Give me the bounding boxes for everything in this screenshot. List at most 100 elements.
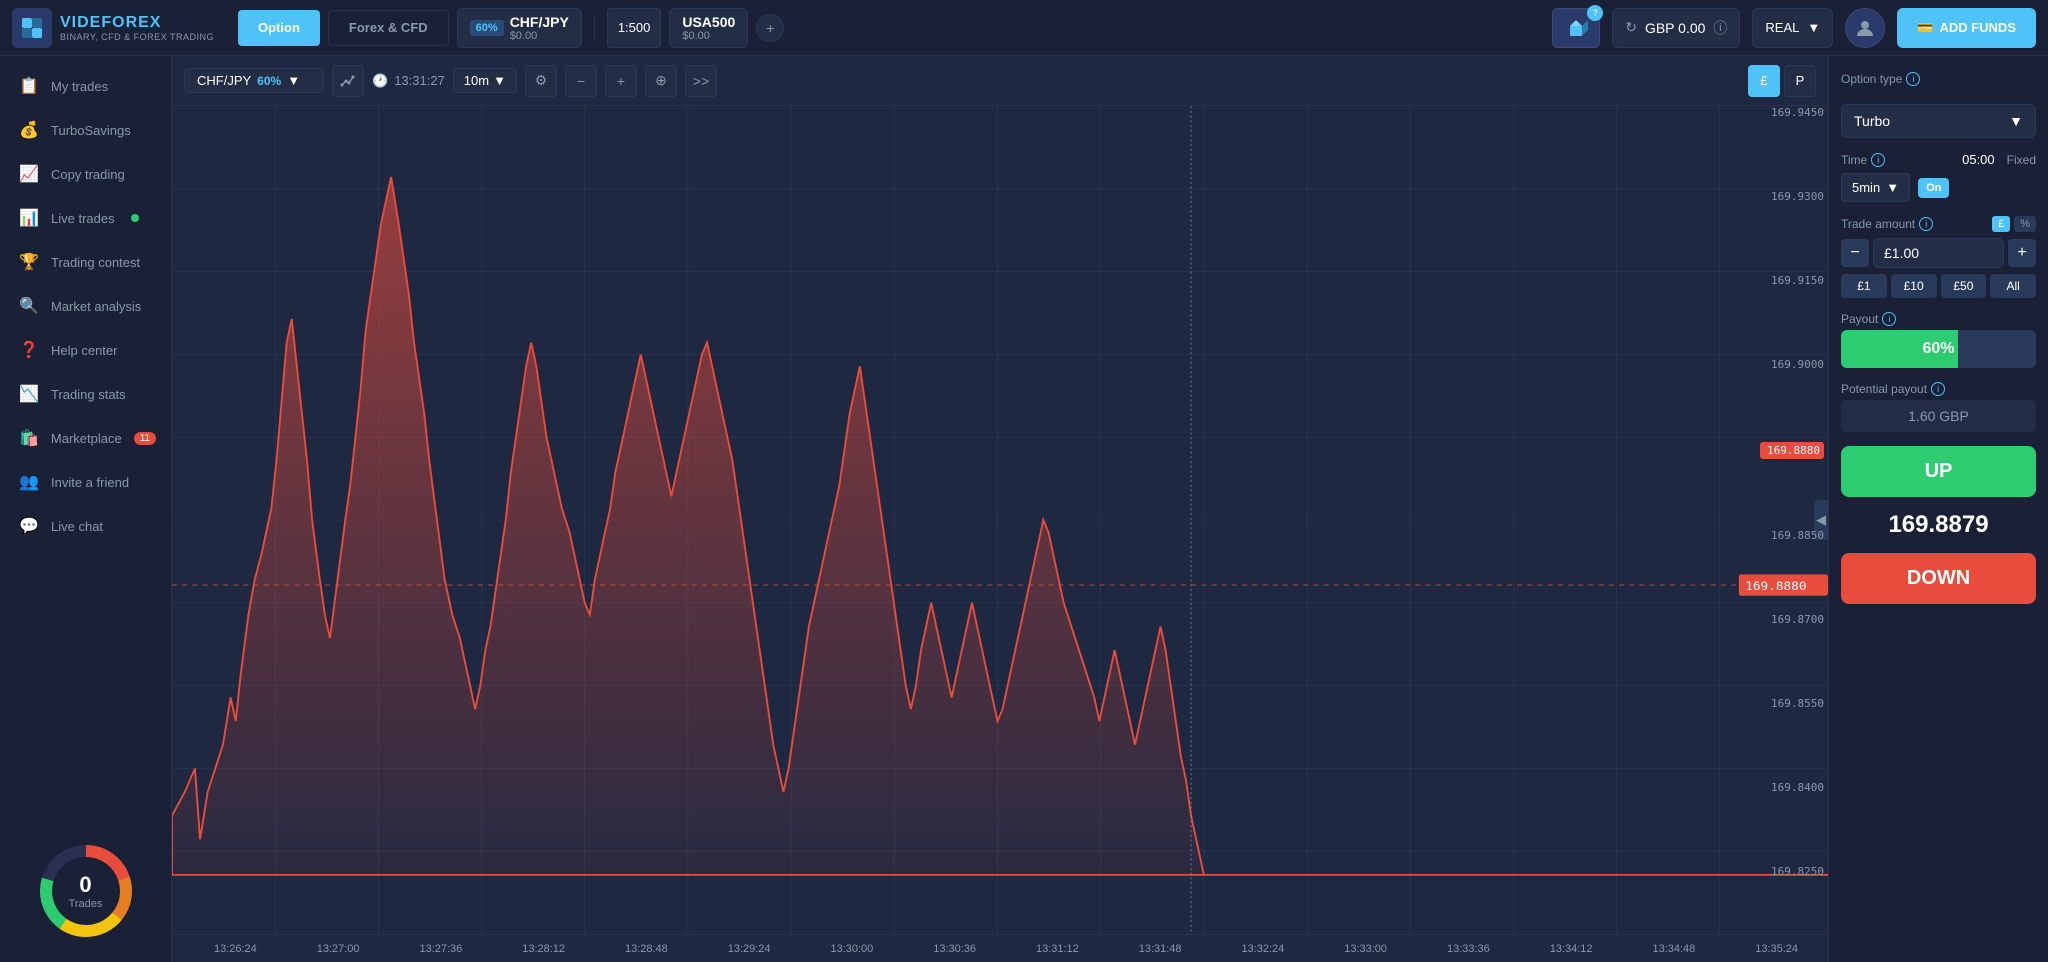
option-type-select[interactable]: Turbo ▼ [1841,104,2036,138]
live-dot [131,214,139,222]
profile-button[interactable] [1845,8,1885,48]
zoom-out-btn[interactable]: − [565,65,597,97]
payout-bar: 60% [1841,330,2036,368]
amount-increase-btn[interactable]: + [2008,239,2036,267]
sidebar-item-invite[interactable]: 👥 Invite a friend [0,460,171,504]
logo: VIDEFOREX BINARY, CFD & FOREX TRADING [12,8,214,48]
timeframe-selector[interactable]: 10m ▼ [453,68,517,93]
sidebar-item-trading-stats[interactable]: 📉 Trading stats [0,372,171,416]
turbo-savings-icon: 💰 [19,120,39,140]
my-trades-label: My trades [51,79,108,94]
view-p-btn[interactable]: P [1784,65,1816,97]
cube-button[interactable]: ? [1552,8,1600,48]
time-label-2: 13:27:36 [390,943,493,955]
logo-sub: BINARY, CFD & FOREX TRADING [60,32,214,42]
marketplace-label: Marketplace [51,431,122,446]
asset2-selector[interactable]: USA500 $0.00 [669,8,748,48]
chart-collapse-tab[interactable]: ◀ [1814,500,1828,540]
nav-right: ? ↻ GBP 0.00 ⓘ REAL ▼ 💳 ADD FUNDS [1552,8,2036,48]
asset1-selector[interactable]: 60% CHF/JPY $0.00 [457,8,582,48]
view-gbp-btn[interactable]: £ [1748,65,1780,97]
settings-btn[interactable]: ⚙ [525,65,557,97]
timeframe-select-value: 5min [1852,180,1880,195]
payout-info[interactable]: i [1882,312,1896,326]
crosshair-btn[interactable]: ⊕ [645,65,677,97]
down-button[interactable]: DOWN [1841,553,2036,604]
current-time: 13:31:27 [394,73,445,88]
multiplier-btn[interactable]: 1:500 [607,8,662,48]
timeframe-value: 10m [464,73,489,88]
svg-text:169.8880: 169.8880 [1745,579,1806,592]
main-layout: 📋 My trades 💰 TurboSavings 📈 Copy tradin… [0,56,2048,962]
potential-info[interactable]: i [1931,382,1945,396]
sidebar-item-marketplace[interactable]: 🛍️ Marketplace 11 [0,416,171,460]
sidebar-item-live-trades[interactable]: 📊 Live trades [0,196,171,240]
add-funds-label: ADD FUNDS [1939,20,2016,35]
chart-toolbar-right: £ P [1748,65,1816,97]
amount-value: £1.00 [1884,245,1919,261]
asset2-info: USA500 $0.00 [682,14,735,42]
amount-decrease-btn[interactable]: − [1841,239,1869,267]
currency-toggle[interactable]: £ [1992,216,2010,232]
divider1 [594,13,595,43]
pair-pct: 60% [257,74,281,88]
sidebar-item-copy-trading[interactable]: 📈 Copy trading [0,152,171,196]
option-type-info[interactable]: i [1906,72,1920,86]
sidebar-item-live-chat[interactable]: 💬 Live chat [0,504,171,548]
trade-amount-info[interactable]: i [1919,217,1933,231]
quick-1-btn[interactable]: £1 [1841,274,1887,298]
time-label-10: 13:32:24 [1212,943,1315,955]
sidebar-item-trading-contest[interactable]: 🏆 Trading contest [0,240,171,284]
forex-tab[interactable]: Forex & CFD [328,10,449,46]
live-chat-label: Live chat [51,519,103,534]
trade-amount-section: Trade amount i £ % − £1.00 + £1 £10 £50 … [1841,216,2036,298]
chart-toolbar: CHF/JPY 60% ▼ 🕐 13:31:27 10m ▼ [172,56,1828,106]
time-display: 🕐 13:31:27 [372,73,445,89]
account-type-select[interactable]: REAL ▼ [1752,8,1833,48]
sidebar-item-my-trades[interactable]: 📋 My trades [0,64,171,108]
amount-display: £1.00 [1873,238,2004,268]
marketplace-badge: 11 [134,432,156,445]
asset2-price: $0.00 [682,30,735,42]
quick-10-btn[interactable]: £10 [1891,274,1937,298]
logo-name: VIDEFOREX [60,14,214,32]
sidebar: 📋 My trades 💰 TurboSavings 📈 Copy tradin… [0,56,172,962]
toggle-on-btn[interactable]: On [1918,178,1949,198]
quick-all-btn[interactable]: All [1990,274,2036,298]
live-chat-icon: 💬 [19,516,39,536]
option-tab[interactable]: Option [238,10,320,46]
add-asset-button[interactable]: + [756,14,784,42]
indicators-btn[interactable] [332,65,364,97]
option-type-section: Option type i [1841,72,2036,86]
timeframe-select-btn[interactable]: 5min ▼ [1841,173,1910,202]
add-funds-button[interactable]: 💳 ADD FUNDS [1897,8,2036,48]
expand-btn[interactable]: >> [685,65,717,97]
zoom-in-btn[interactable]: + [605,65,637,97]
time-label: Time [1841,153,1867,167]
sidebar-footer: 0 Trades [0,820,171,962]
trading-stats-label: Trading stats [51,387,126,402]
potential-amount: 1.60 GBP [1908,408,1969,424]
option-type-value: Turbo [1854,113,1890,129]
pct-toggle[interactable]: % [2014,216,2036,232]
sidebar-item-turbo-savings[interactable]: 💰 TurboSavings [0,108,171,152]
chart-area: CHF/JPY 60% ▼ 🕐 13:31:27 10m ▼ [172,56,1828,962]
time-label-15: 13:35:24 [1725,943,1828,955]
sidebar-item-help-center[interactable]: ❓ Help center [0,328,171,372]
type-dropdown-icon: ▼ [2009,113,2023,129]
top-nav: VIDEFOREX BINARY, CFD & FOREX TRADING Op… [0,0,2048,56]
pair-selector[interactable]: CHF/JPY 60% ▼ [184,68,324,93]
sidebar-item-market-analysis[interactable]: 🔍 Market analysis [0,284,171,328]
up-button[interactable]: UP [1841,446,2036,497]
fixed-label: Fixed [2007,153,2036,167]
quick-50-btn[interactable]: £50 [1941,274,1987,298]
time-label-9: 13:31:48 [1109,943,1212,955]
live-trades-icon: 📊 [19,208,39,228]
balance-button[interactable]: ↻ GBP 0.00 ⓘ [1612,8,1740,48]
marketplace-icon: 🛍️ [19,428,39,448]
time-label-13: 13:34:12 [1520,943,1623,955]
time-label-4: 13:28:48 [595,943,698,955]
time-info[interactable]: i [1871,153,1885,167]
live-trades-label: Live trades [51,211,115,226]
time-label-6: 13:30:00 [801,943,904,955]
